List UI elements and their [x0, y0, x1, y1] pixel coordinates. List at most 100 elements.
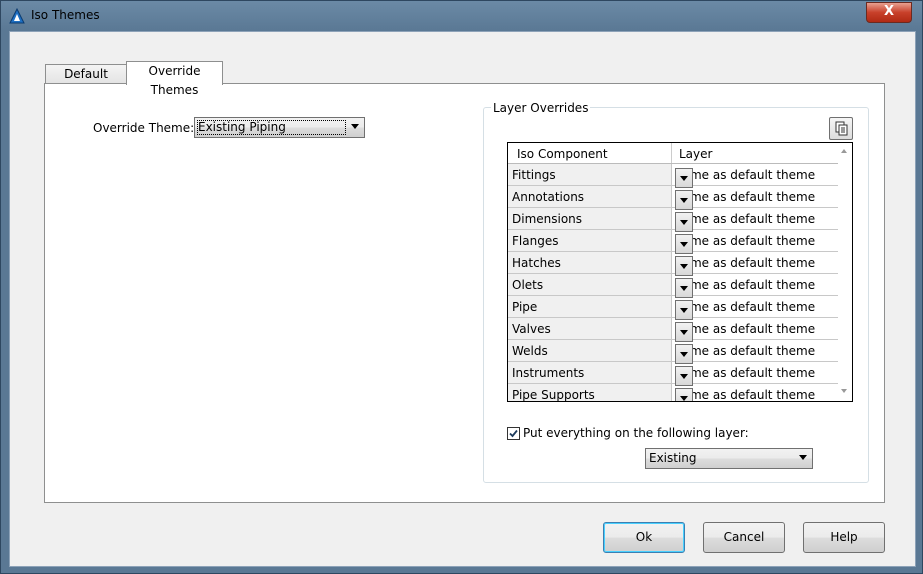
chevron-down-icon — [351, 124, 359, 129]
layer-dropdown-button[interactable] — [675, 388, 693, 401]
iso-themes-dialog: Iso Themes X Default Theme Override Them… — [0, 0, 923, 574]
chevron-down-icon — [680, 286, 688, 291]
chevron-down-icon — [799, 455, 807, 460]
layer-value: Same as default theme — [675, 190, 816, 204]
table-row: Olets Same as default theme — [508, 274, 838, 298]
component-cell: Hatches — [508, 252, 672, 274]
table-row: Hatches Same as default theme — [508, 252, 838, 276]
grid-rows: Fittings Same as default theme Annotation… — [508, 164, 838, 402]
ok-button[interactable]: Ok — [603, 522, 685, 553]
layer-dropdown-button[interactable] — [675, 366, 693, 386]
layer-value: Same as default theme — [675, 256, 816, 270]
scroll-down-icon[interactable] — [841, 389, 847, 393]
component-name: Annotations — [512, 190, 585, 204]
layer-value: Same as default theme — [675, 388, 816, 402]
layer-overrides-title: Layer Overrides — [491, 101, 591, 115]
component-cell: Valves — [508, 318, 672, 340]
chevron-down-icon — [680, 330, 688, 335]
component-name: Dimensions — [512, 212, 583, 226]
layer-cell[interactable]: Same as default theme — [672, 296, 838, 320]
put-everything-label[interactable]: Put everything on the following layer: — [523, 426, 749, 440]
tab-default-theme[interactable]: Default Theme — [45, 64, 127, 100]
table-row: Annotations Same as default theme — [508, 186, 838, 210]
layer-dropdown-button[interactable] — [675, 256, 693, 276]
layer-dropdown-button[interactable] — [675, 168, 693, 188]
component-name: Flanges — [512, 234, 559, 248]
chevron-down-icon — [680, 220, 688, 225]
table-row: Fittings Same as default theme — [508, 164, 838, 188]
layer-cell[interactable]: Same as default theme — [672, 208, 838, 232]
checkmark-icon — [509, 429, 518, 438]
layer-dropdown-button[interactable] — [675, 234, 693, 254]
layer-value: Same as default theme — [675, 278, 816, 292]
component-cell: Instruments — [508, 362, 672, 384]
component-name: Fittings — [512, 168, 556, 182]
window-title: Iso Themes — [31, 8, 100, 22]
grid-header: Iso Component Layer — [508, 143, 838, 164]
layer-dropdown-button[interactable] — [675, 278, 693, 298]
component-cell: Olets — [508, 274, 672, 296]
layer-select-value: Existing — [649, 451, 697, 465]
cancel-button[interactable]: Cancel — [703, 522, 785, 553]
chevron-down-icon — [680, 352, 688, 357]
component-cell: Fittings — [508, 164, 672, 186]
layer-dropdown-button[interactable] — [675, 322, 693, 342]
table-row: Pipe Supports Same as default theme — [508, 384, 838, 402]
chevron-down-icon — [680, 308, 688, 313]
component-name: Hatches — [512, 256, 561, 270]
copy-icon — [830, 121, 852, 142]
layer-value: Same as default theme — [675, 344, 816, 358]
component-name: Welds — [512, 344, 548, 358]
layer-cell[interactable]: Same as default theme — [672, 186, 838, 210]
component-name: Instruments — [512, 366, 585, 380]
title-bar[interactable]: Iso Themes X — [1, 1, 922, 31]
layer-cell[interactable]: Same as default theme — [672, 340, 838, 364]
table-row: Instruments Same as default theme — [508, 362, 838, 386]
layer-value: Same as default theme — [675, 300, 816, 314]
override-theme-select[interactable]: Existing Piping — [194, 117, 365, 138]
table-row: Dimensions Same as default theme — [508, 208, 838, 232]
override-theme-label: Override Theme: — [93, 121, 195, 135]
layer-dropdown-button[interactable] — [675, 190, 693, 210]
grid-scrollbar[interactable] — [838, 143, 852, 401]
layer-select[interactable]: Existing — [645, 448, 813, 469]
component-cell: Annotations — [508, 186, 672, 208]
help-button[interactable]: Help — [803, 522, 885, 553]
table-row: Welds Same as default theme — [508, 340, 838, 364]
table-row: Valves Same as default theme — [508, 318, 838, 342]
close-button[interactable]: X — [866, 2, 912, 23]
chevron-down-icon — [680, 176, 688, 181]
column-header-layer[interactable]: Layer — [679, 147, 712, 161]
layer-cell[interactable]: Same as default theme — [672, 362, 838, 386]
scroll-up-icon[interactable] — [841, 149, 847, 153]
layer-cell[interactable]: Same as default theme — [672, 164, 838, 188]
component-cell: Pipe Supports — [508, 384, 672, 402]
component-cell: Dimensions — [508, 208, 672, 230]
layer-value: Same as default theme — [675, 168, 816, 182]
component-name: Pipe Supports — [512, 388, 595, 402]
copy-layers-button[interactable] — [829, 117, 853, 140]
layer-dropdown-button[interactable] — [675, 300, 693, 320]
layer-value: Same as default theme — [675, 366, 816, 380]
layer-cell[interactable]: Same as default theme — [672, 230, 838, 254]
put-everything-checkbox[interactable] — [507, 427, 520, 440]
layer-cell[interactable]: Same as default theme — [672, 252, 838, 276]
tab-label: Override Themes — [148, 64, 201, 97]
component-name: Pipe — [512, 300, 538, 314]
component-name: Valves — [512, 322, 551, 336]
tab-override-themes[interactable]: Override Themes — [126, 61, 223, 97]
layer-dropdown-button[interactable] — [675, 344, 693, 364]
layer-cell[interactable]: Same as default theme — [672, 274, 838, 298]
layer-value: Same as default theme — [675, 322, 816, 336]
layer-cell[interactable]: Same as default theme — [672, 318, 838, 342]
chevron-down-icon — [680, 242, 688, 247]
layer-cell[interactable]: Same as default theme — [672, 384, 838, 402]
component-cell: Welds — [508, 340, 672, 362]
layer-value: Same as default theme — [675, 212, 816, 226]
column-header-component[interactable]: Iso Component — [517, 147, 608, 161]
layer-dropdown-button[interactable] — [675, 212, 693, 232]
column-divider[interactable] — [671, 143, 672, 163]
chevron-down-icon — [680, 374, 688, 379]
chevron-down-icon — [680, 264, 688, 269]
table-row: Flanges Same as default theme — [508, 230, 838, 254]
